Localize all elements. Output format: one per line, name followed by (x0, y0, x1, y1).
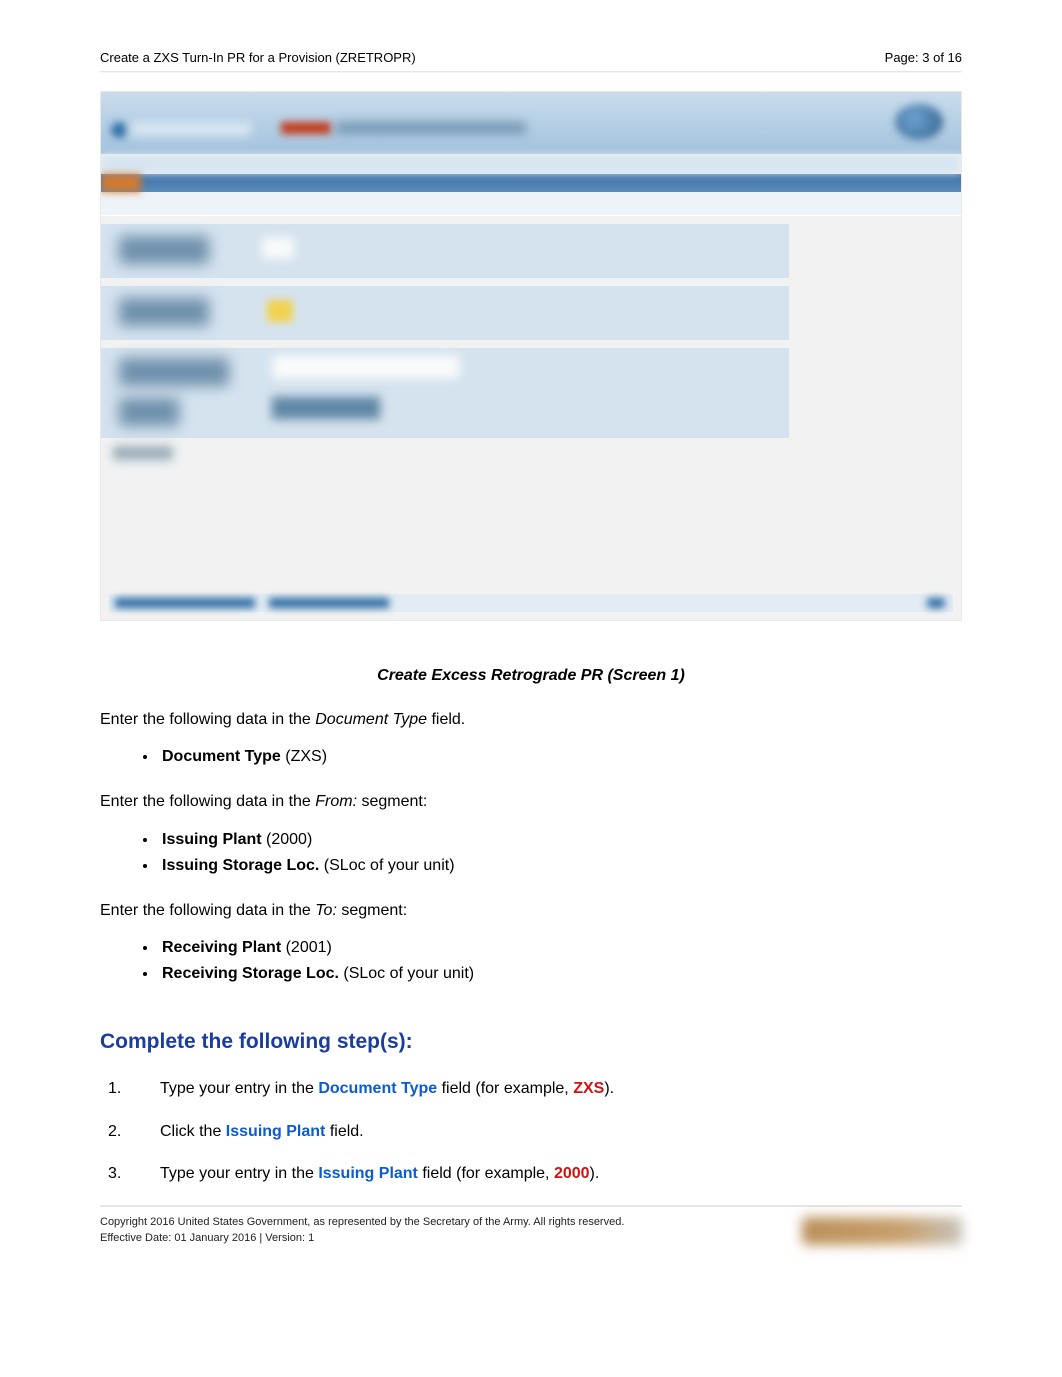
intro-doc-type: Enter the following data in the Document… (100, 709, 962, 731)
header-page: Page: 3 of 16 (885, 50, 962, 65)
text: Type your entry in the (160, 1080, 318, 1097)
step-2: Click the Issuing Plant field. (100, 1121, 962, 1143)
text: Type your entry in the (160, 1165, 318, 1182)
steps-heading: Complete the following step(s): (100, 1030, 962, 1054)
item-label: Issuing Plant (162, 831, 262, 848)
step-1: Type your entry in the Document Type fie… (100, 1078, 962, 1100)
field-name: To: (315, 902, 337, 919)
text: ). (590, 1165, 600, 1182)
item-value: (SLoc of your unit) (319, 857, 454, 874)
copyright: Copyright 2016 United States Government,… (100, 1215, 624, 1230)
text: Enter the following data in the (100, 902, 315, 919)
screenshot-caption: Create Excess Retrograde PR (Screen 1) (100, 667, 962, 685)
text: field (for example, (437, 1080, 573, 1097)
header-divider (100, 71, 962, 73)
list-item: Issuing Plant (2000) (158, 828, 962, 852)
list-document-type: Document Type (ZXS) (158, 745, 962, 769)
effective-date: Effective Date: 01 January 2016 | Versio… (100, 1231, 624, 1246)
item-value: (SLoc of your unit) (339, 965, 474, 982)
footer-logo (802, 1217, 962, 1245)
item-label: Receiving Plant (162, 939, 281, 956)
field-ref: Issuing Plant (226, 1123, 326, 1140)
text: ). (604, 1080, 614, 1097)
item-value: (2000) (262, 831, 313, 848)
item-value: (ZXS) (281, 748, 327, 765)
step-3: Type your entry in the Issuing Plant fie… (100, 1163, 962, 1185)
intro-to: Enter the following data in the To: segm… (100, 900, 962, 922)
item-label: Receiving Storage Loc. (162, 965, 339, 982)
header-title: Create a ZXS Turn-In PR for a Provision … (100, 50, 416, 65)
text: field (for example, (418, 1165, 554, 1182)
example-value: 2000 (554, 1165, 590, 1182)
page-header: Create a ZXS Turn-In PR for a Provision … (100, 50, 962, 65)
list-item: Document Type (ZXS) (158, 745, 962, 769)
list-to: Receiving Plant (2001) Receiving Storage… (158, 936, 962, 986)
example-value: ZXS (573, 1080, 604, 1097)
list-from: Issuing Plant (2000) Issuing Storage Loc… (158, 828, 962, 878)
text: Click the (160, 1123, 226, 1140)
field-name: Document Type (315, 711, 427, 728)
item-label: Document Type (162, 748, 281, 765)
list-item: Issuing Storage Loc. (SLoc of your unit) (158, 854, 962, 878)
text: Enter the following data in the (100, 711, 315, 728)
footer-divider (100, 1205, 962, 1207)
steps-list: Type your entry in the Document Type fie… (100, 1078, 962, 1185)
app-screenshot (100, 91, 962, 621)
field-ref: Issuing Plant (318, 1165, 418, 1182)
page-footer: Copyright 2016 United States Government,… (100, 1215, 962, 1246)
text: segment: (337, 902, 407, 919)
text: field. (325, 1123, 363, 1140)
item-label: Issuing Storage Loc. (162, 857, 319, 874)
field-ref: Document Type (318, 1080, 437, 1097)
field-name: From: (315, 793, 357, 810)
list-item: Receiving Storage Loc. (SLoc of your uni… (158, 962, 962, 986)
footer-text: Copyright 2016 United States Government,… (100, 1215, 624, 1246)
text: Enter the following data in the (100, 793, 315, 810)
item-value: (2001) (281, 939, 332, 956)
text: field. (427, 711, 465, 728)
text: segment: (357, 793, 427, 810)
intro-from: Enter the following data in the From: se… (100, 791, 962, 813)
list-item: Receiving Plant (2001) (158, 936, 962, 960)
